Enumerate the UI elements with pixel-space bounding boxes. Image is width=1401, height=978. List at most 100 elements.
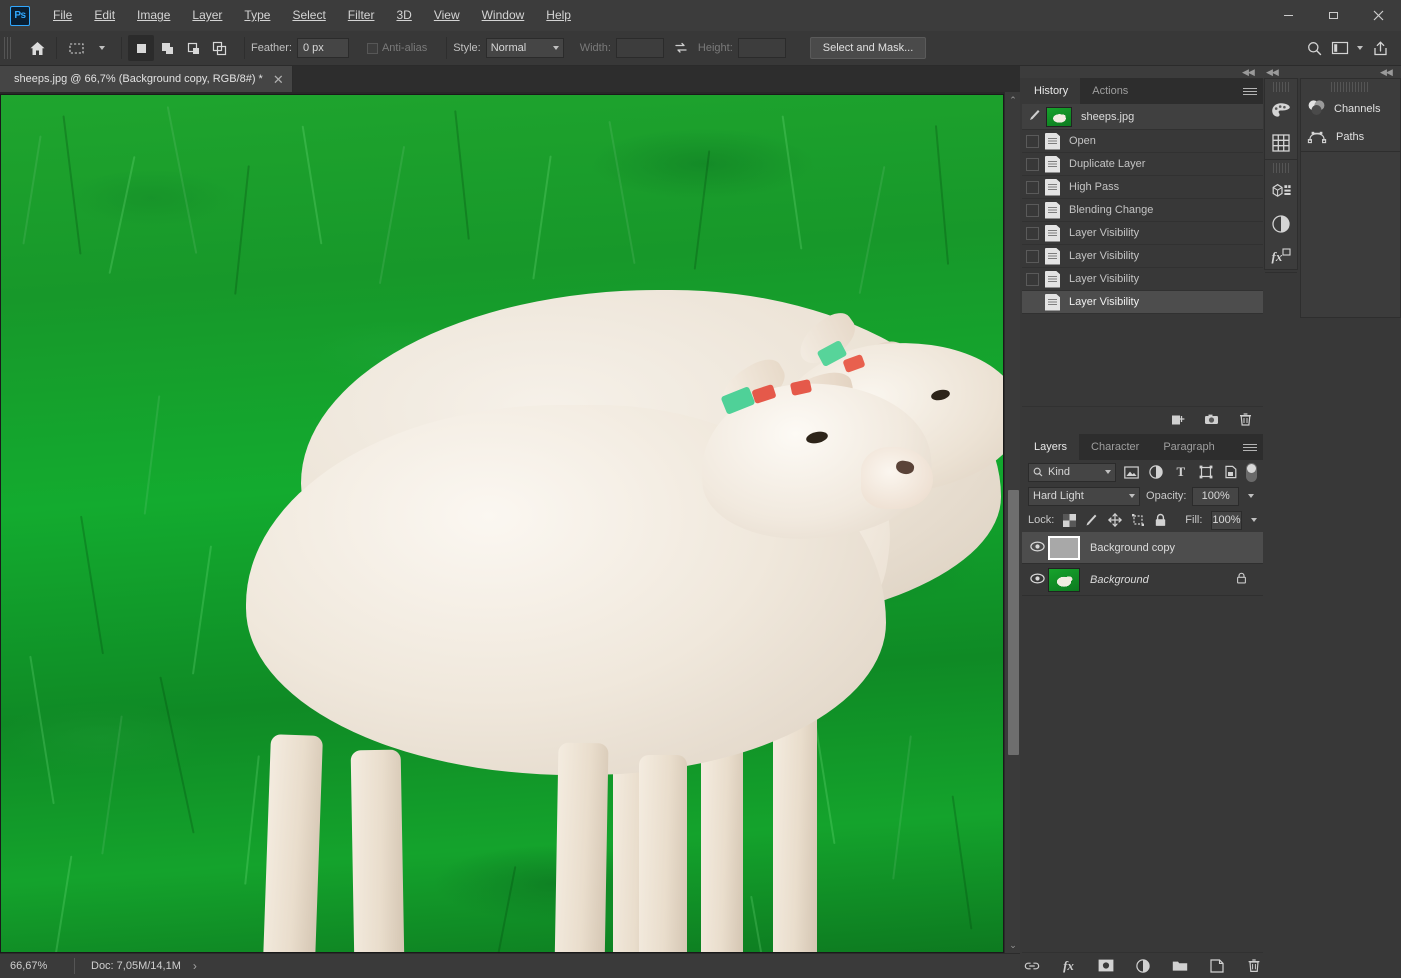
history-state-row[interactable]: High Pass xyxy=(1022,176,1263,199)
history-state-checkbox[interactable] xyxy=(1026,296,1039,309)
workspace-chevron-down-icon[interactable] xyxy=(1353,35,1367,61)
collapse-side-panel-icon[interactable]: ◀◀ xyxy=(1380,67,1393,78)
history-state-row[interactable]: Duplicate Layer xyxy=(1022,153,1263,176)
history-state-row[interactable]: Open xyxy=(1022,130,1263,153)
vertical-scroll-thumb[interactable] xyxy=(1008,490,1019,755)
layer-name[interactable]: Background xyxy=(1090,574,1236,586)
panel-menu-icon[interactable] xyxy=(1243,440,1257,454)
history-state-row[interactable]: Layer Visibility xyxy=(1022,268,1263,291)
rectangular-marquee-icon[interactable] xyxy=(63,35,89,61)
tool-preset-chevron-down-icon[interactable] xyxy=(89,35,115,61)
styles-panel-icon[interactable]: fx xyxy=(1265,240,1297,272)
delete-layer-icon[interactable] xyxy=(1246,958,1262,974)
filter-pixel-icon[interactable] xyxy=(1122,463,1141,482)
tab-layers[interactable]: Layers xyxy=(1022,434,1080,460)
scroll-down-arrow-icon[interactable]: ⌄ xyxy=(1005,937,1021,953)
layer-thumbnail[interactable] xyxy=(1048,535,1080,560)
menu-select[interactable]: Select xyxy=(281,0,336,31)
status-next-icon[interactable]: › xyxy=(193,959,197,973)
add-layer-style-icon[interactable]: fx xyxy=(1061,958,1077,974)
adjustments-panel-icon[interactable] xyxy=(1265,208,1297,240)
workspace-icon[interactable] xyxy=(1327,35,1353,61)
intersect-selection-button[interactable] xyxy=(206,35,232,61)
width-input[interactable] xyxy=(615,38,664,58)
history-state-row[interactable]: Layer Visibility xyxy=(1022,245,1263,268)
document-tab-sheeps[interactable]: sheeps.jpg @ 66,7% (Background copy, RGB… xyxy=(0,66,293,92)
history-state-row-selected[interactable]: Layer Visibility xyxy=(1022,291,1263,314)
new-selection-button[interactable] xyxy=(128,35,154,61)
lock-artboard-icon[interactable] xyxy=(1131,511,1145,530)
history-state-checkbox[interactable] xyxy=(1026,226,1039,240)
menu-help[interactable]: Help xyxy=(535,0,582,31)
anti-alias-checkbox[interactable]: Anti-alias xyxy=(366,42,432,54)
layer-name[interactable]: Background copy xyxy=(1090,542,1263,554)
delete-state-icon[interactable] xyxy=(1237,412,1253,428)
opacity-chevron-down-icon[interactable] xyxy=(1245,487,1257,506)
zoom-level-input[interactable]: 66,67% xyxy=(8,957,70,975)
tab-actions[interactable]: Actions xyxy=(1080,78,1141,104)
close-icon[interactable]: ✕ xyxy=(273,73,284,86)
history-state-row[interactable]: Blending Change xyxy=(1022,199,1263,222)
link-layers-icon[interactable] xyxy=(1024,958,1040,974)
filter-enable-toggle[interactable] xyxy=(1246,462,1257,482)
menu-filter[interactable]: Filter xyxy=(337,0,386,31)
subtract-from-selection-button[interactable] xyxy=(180,35,206,61)
search-icon[interactable] xyxy=(1301,35,1327,61)
select-and-mask-button[interactable]: Select and Mask... xyxy=(809,37,927,59)
lock-transparent-pixels-icon[interactable] xyxy=(1063,511,1077,530)
channels-panel-button[interactable]: Channels xyxy=(1301,95,1400,123)
layer-thumbnail[interactable] xyxy=(1048,567,1080,592)
layer-visibility-eye-icon[interactable] xyxy=(1026,572,1048,587)
menu-edit[interactable]: Edit xyxy=(83,0,126,31)
home-icon[interactable] xyxy=(24,35,50,61)
menu-view[interactable]: View xyxy=(423,0,471,31)
layer-row-background[interactable]: Background xyxy=(1022,564,1263,596)
filter-type-icon[interactable]: T xyxy=(1171,463,1190,482)
swap-arrows-icon[interactable] xyxy=(668,35,694,61)
menu-file[interactable]: File xyxy=(42,0,83,31)
blend-mode-select[interactable]: Hard Light xyxy=(1028,486,1141,506)
canvas-vertical-scrollbar[interactable]: ⌃ ⌄ xyxy=(1004,92,1020,953)
share-icon[interactable] xyxy=(1367,35,1393,61)
history-snapshot-row[interactable]: sheeps.jpg xyxy=(1022,104,1263,130)
add-layer-mask-icon[interactable] xyxy=(1098,958,1114,974)
history-state-checkbox[interactable] xyxy=(1026,157,1039,171)
create-snapshot-icon[interactable] xyxy=(1203,412,1219,428)
style-select[interactable]: Normal xyxy=(485,38,564,58)
color-panel-icon[interactable] xyxy=(1265,95,1297,127)
history-brush-icon[interactable] xyxy=(1026,108,1043,125)
menu-window[interactable]: Window xyxy=(471,0,536,31)
history-state-checkbox[interactable] xyxy=(1026,134,1039,148)
history-state-row[interactable]: Layer Visibility xyxy=(1022,222,1263,245)
panel-menu-icon[interactable] xyxy=(1243,84,1257,98)
create-document-from-state-icon[interactable] xyxy=(1169,412,1185,428)
opacity-input[interactable]: 100% xyxy=(1192,486,1239,506)
add-to-selection-button[interactable] xyxy=(154,35,180,61)
history-state-checkbox[interactable] xyxy=(1026,249,1039,263)
history-state-checkbox[interactable] xyxy=(1026,180,1039,194)
lock-image-pixels-icon[interactable] xyxy=(1085,511,1099,530)
rail-grip[interactable] xyxy=(1273,82,1289,92)
collapse-history-panel-icon[interactable]: ◀◀ xyxy=(1242,67,1255,78)
height-input[interactable] xyxy=(737,38,786,58)
lock-all-icon[interactable] xyxy=(1154,511,1167,530)
maximize-button[interactable] xyxy=(1311,0,1356,31)
minimize-button[interactable] xyxy=(1266,0,1311,31)
rail-grip[interactable] xyxy=(1273,163,1289,173)
tab-history[interactable]: History xyxy=(1022,78,1081,104)
new-adjustment-layer-icon[interactable] xyxy=(1135,958,1151,974)
new-layer-icon[interactable] xyxy=(1209,958,1225,974)
filter-shape-icon[interactable] xyxy=(1196,463,1215,482)
history-state-checkbox[interactable] xyxy=(1026,203,1039,217)
menu-type[interactable]: Type xyxy=(233,0,281,31)
collapse-rail-icon[interactable]: ◀◀ xyxy=(1266,67,1279,78)
layer-row-background-copy[interactable]: Background copy xyxy=(1022,532,1263,564)
menu-3d[interactable]: 3D xyxy=(385,0,422,31)
tab-character[interactable]: Character xyxy=(1079,434,1152,460)
paths-panel-button[interactable]: Paths xyxy=(1301,123,1400,151)
new-group-icon[interactable] xyxy=(1172,958,1188,974)
swatches-panel-icon[interactable] xyxy=(1265,127,1297,159)
tab-paragraph[interactable]: Paragraph xyxy=(1151,434,1227,460)
filter-smart-object-icon[interactable] xyxy=(1221,463,1240,482)
history-state-checkbox[interactable] xyxy=(1026,272,1039,286)
